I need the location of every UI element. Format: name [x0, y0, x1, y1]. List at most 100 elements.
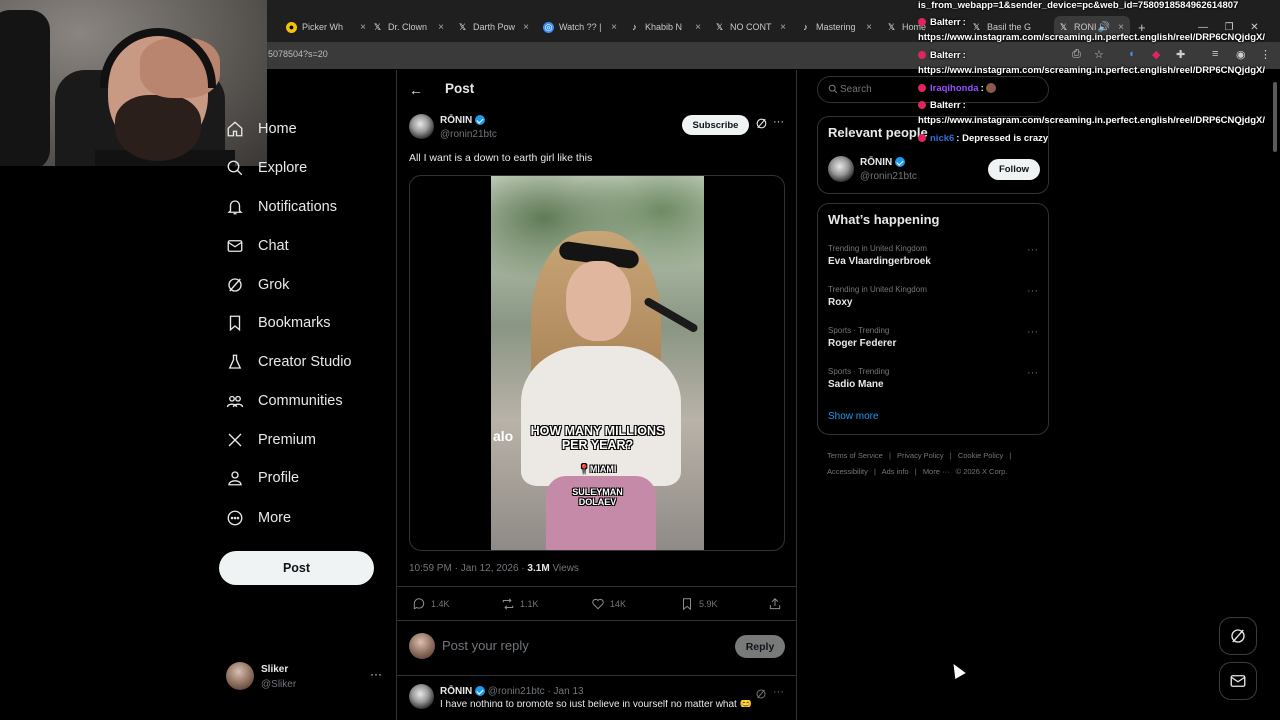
- nav-chat[interactable]: Chat: [226, 231, 289, 261]
- browser-tab[interactable]: ♪ Mastering ×: [800, 16, 872, 38]
- repost-action[interactable]: 1.1K: [501, 597, 539, 611]
- close-icon[interactable]: ×: [780, 22, 786, 33]
- footer-link[interactable]: Privacy Policy: [897, 451, 944, 460]
- kebab-menu-icon[interactable]: ⋮: [1260, 48, 1271, 61]
- trend-more-icon[interactable]: ···: [1027, 326, 1038, 338]
- nav-notifications[interactable]: Notifications: [226, 192, 337, 222]
- nav-home[interactable]: Home: [226, 114, 297, 144]
- browser-tab[interactable]: ♪ Khabib N ×: [629, 16, 701, 38]
- install-icon[interactable]: ⎙: [1072, 48, 1081, 61]
- nav-bookmarks[interactable]: Bookmarks: [226, 308, 331, 338]
- nav-more[interactable]: More: [226, 503, 291, 533]
- reply-action[interactable]: 1.4K: [412, 597, 450, 611]
- star-icon[interactable]: ☆: [1094, 48, 1104, 61]
- grok-icon[interactable]: [755, 117, 768, 130]
- scrollbar-thumb[interactable]: [1273, 82, 1277, 152]
- speaker-icon[interactable]: 🔊: [1098, 22, 1110, 33]
- author-name: RŌNIN: [440, 115, 473, 126]
- divider: [397, 675, 796, 676]
- person-avatar[interactable]: [828, 156, 854, 182]
- url-field[interactable]: 5078504?s=20: [268, 49, 328, 59]
- nav-grok[interactable]: Grok: [226, 270, 289, 300]
- close-icon[interactable]: ×: [523, 22, 529, 33]
- trend-more-icon[interactable]: ···: [1027, 244, 1038, 256]
- reply-author-handle[interactable]: @ronin21btc: [488, 686, 545, 697]
- tiktok-icon: ♪: [632, 22, 637, 32]
- close-icon[interactable]: ×: [1118, 22, 1124, 33]
- post-media-video[interactable]: alo HOW MANY MILLIONS PER YEAR? 📍MIAMI S…: [409, 175, 785, 551]
- profile-icon[interactable]: ◉: [1236, 48, 1246, 61]
- nav-creator-studio[interactable]: Creator Studio: [226, 347, 352, 377]
- follow-button[interactable]: Follow: [988, 159, 1040, 180]
- reply-author-avatar[interactable]: [409, 684, 434, 709]
- menu-list-icon[interactable]: ≡: [1212, 48, 1218, 60]
- chat-message: Balterr:: [918, 17, 966, 28]
- show-more-link[interactable]: Show more: [828, 411, 879, 422]
- footer-link[interactable]: More ···: [923, 467, 950, 476]
- post-button[interactable]: Post: [219, 551, 374, 585]
- puzzle-icon[interactable]: ✚: [1176, 48, 1185, 61]
- nav-label: Chat: [258, 238, 289, 254]
- person-name-text: RŌNIN: [860, 157, 893, 168]
- post-author[interactable]: RŌNIN: [440, 115, 486, 126]
- author-avatar[interactable]: [409, 114, 434, 139]
- search-icon: [828, 84, 838, 94]
- reply-more-icon[interactable]: ···: [773, 686, 784, 698]
- back-arrow-icon[interactable]: ←: [409, 82, 423, 98]
- nav-explore[interactable]: Explore: [226, 153, 307, 183]
- picker-icon: ●: [286, 21, 297, 33]
- close-icon[interactable]: ×: [866, 22, 872, 33]
- browser-tab[interactable]: 𝕏 Dr. Clown ×: [372, 16, 444, 38]
- close-icon[interactable]: ×: [611, 22, 617, 33]
- person-name[interactable]: RŌNIN: [860, 157, 906, 168]
- mail-icon: [226, 237, 244, 255]
- nav-communities[interactable]: Communities: [226, 386, 343, 416]
- grok-icon[interactable]: [755, 687, 767, 699]
- reply-date[interactable]: · Jan 13: [547, 686, 583, 697]
- nav-premium[interactable]: Premium: [226, 425, 316, 455]
- browser-tab[interactable]: 𝕏 Darth Pow ×: [457, 16, 529, 38]
- tab-label: Picker Wh: [302, 22, 344, 32]
- messages-fab-button[interactable]: [1219, 662, 1257, 700]
- footer-link[interactable]: Terms of Service: [827, 451, 883, 460]
- tab-label: RONI: [1074, 22, 1097, 32]
- trend-meta: Sports · Trending: [828, 367, 890, 376]
- nav-label: Explore: [258, 160, 308, 176]
- extension-icon[interactable]: ◖: [1128, 48, 1135, 60]
- like-action[interactable]: 14K: [591, 597, 626, 611]
- grok-fab-button[interactable]: [1219, 617, 1257, 655]
- subscribe-button[interactable]: Subscribe: [682, 115, 749, 135]
- page-scrollbar[interactable]: [1272, 70, 1278, 710]
- reply-button[interactable]: Reply: [735, 635, 785, 658]
- x-logo-icon: 𝕏: [715, 21, 724, 32]
- person-handle[interactable]: @ronin21btc: [860, 171, 917, 182]
- browser-tab[interactable]: ◎ Watch ?? | ×: [543, 16, 617, 38]
- close-icon[interactable]: ×: [695, 22, 701, 33]
- post-more-icon[interactable]: ···: [773, 116, 784, 128]
- browser-tab[interactable]: 𝕏 NO CONT ×: [714, 16, 786, 38]
- trend-more-icon[interactable]: ···: [1027, 285, 1038, 297]
- reply-input[interactable]: Post your reply: [442, 638, 529, 653]
- like-count: 14K: [610, 599, 627, 609]
- section-title: Relevant people: [828, 125, 928, 140]
- extension-icon[interactable]: ◆: [1152, 48, 1160, 61]
- close-icon[interactable]: ×: [360, 22, 366, 33]
- tiktok-icon: ♪: [803, 22, 808, 32]
- footer-link[interactable]: Accessibility: [827, 467, 868, 476]
- bookmark-action[interactable]: 5.9K: [680, 597, 718, 611]
- close-icon[interactable]: ×: [438, 22, 444, 33]
- footer-link[interactable]: Ads info: [882, 467, 909, 476]
- chat-badge-icon: [918, 134, 926, 143]
- chat-message: Iraqihonda:: [918, 83, 997, 94]
- trend-more-icon[interactable]: ···: [1027, 367, 1038, 379]
- account-switcher[interactable]: Sliker @Sliker ···: [226, 661, 386, 693]
- nav-profile[interactable]: Profile: [226, 463, 299, 493]
- more-dots-icon[interactable]: ···: [370, 667, 382, 681]
- author-handle[interactable]: @ronin21btc: [440, 129, 497, 140]
- reply-author-name[interactable]: RŌNIN: [440, 686, 472, 697]
- pin-icon: 📍: [578, 464, 590, 474]
- footer-link[interactable]: Cookie Policy: [958, 451, 1003, 460]
- post-timestamp[interactable]: 10:59 PM · Jan 12, 2026: [409, 563, 519, 574]
- share-action[interactable]: [768, 597, 787, 611]
- browser-tab[interactable]: ● Picker Wh ×: [286, 16, 366, 38]
